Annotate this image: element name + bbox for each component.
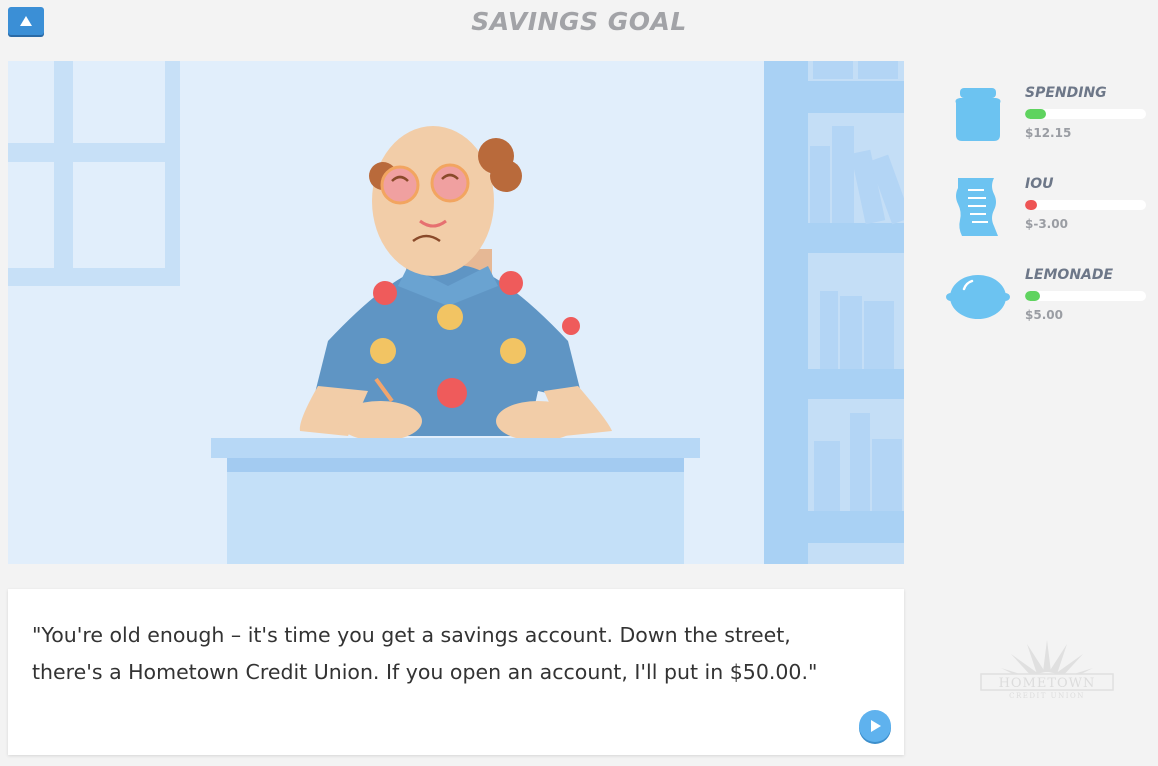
stat-lemonade: LEMONADE $5.00 xyxy=(946,267,1146,337)
lemon-icon xyxy=(946,275,1010,319)
character xyxy=(299,126,612,441)
dialog-text: "You're old enough – it's time you get a… xyxy=(32,623,818,684)
play-button[interactable] xyxy=(859,710,891,742)
stat-label: IOU xyxy=(1025,176,1054,192)
logo-wordmark: HOMETOWN xyxy=(999,676,1096,691)
logo-subtitle: CREDIT UNION xyxy=(1009,692,1085,700)
stat-value: $-3.00 xyxy=(1025,217,1068,231)
receipt-icon xyxy=(956,178,998,236)
jar-icon xyxy=(955,88,1001,141)
iou-progress-bar xyxy=(1025,200,1146,210)
stat-value: $12.15 xyxy=(1025,126,1072,140)
bookshelf xyxy=(764,61,904,564)
stat-value: $5.00 xyxy=(1025,308,1063,322)
stat-label: SPENDING xyxy=(1025,85,1107,101)
page-title: SAVINGS GOAL xyxy=(471,7,687,36)
scene-illustration xyxy=(8,61,904,564)
dialog-box: "You're old enough – it's time you get a… xyxy=(8,589,904,755)
stat-spending: SPENDING $12.15 xyxy=(946,85,1146,155)
stat-label: LEMONADE xyxy=(1025,267,1114,283)
lemonade-progress-bar xyxy=(1025,291,1146,301)
hometown-credit-union-logo: HOMETOWN CREDIT UNION xyxy=(975,636,1120,706)
stat-iou: IOU $-3.00 xyxy=(946,176,1146,246)
spending-progress-bar xyxy=(1025,109,1146,119)
play-icon xyxy=(871,720,881,732)
desk xyxy=(211,438,700,564)
